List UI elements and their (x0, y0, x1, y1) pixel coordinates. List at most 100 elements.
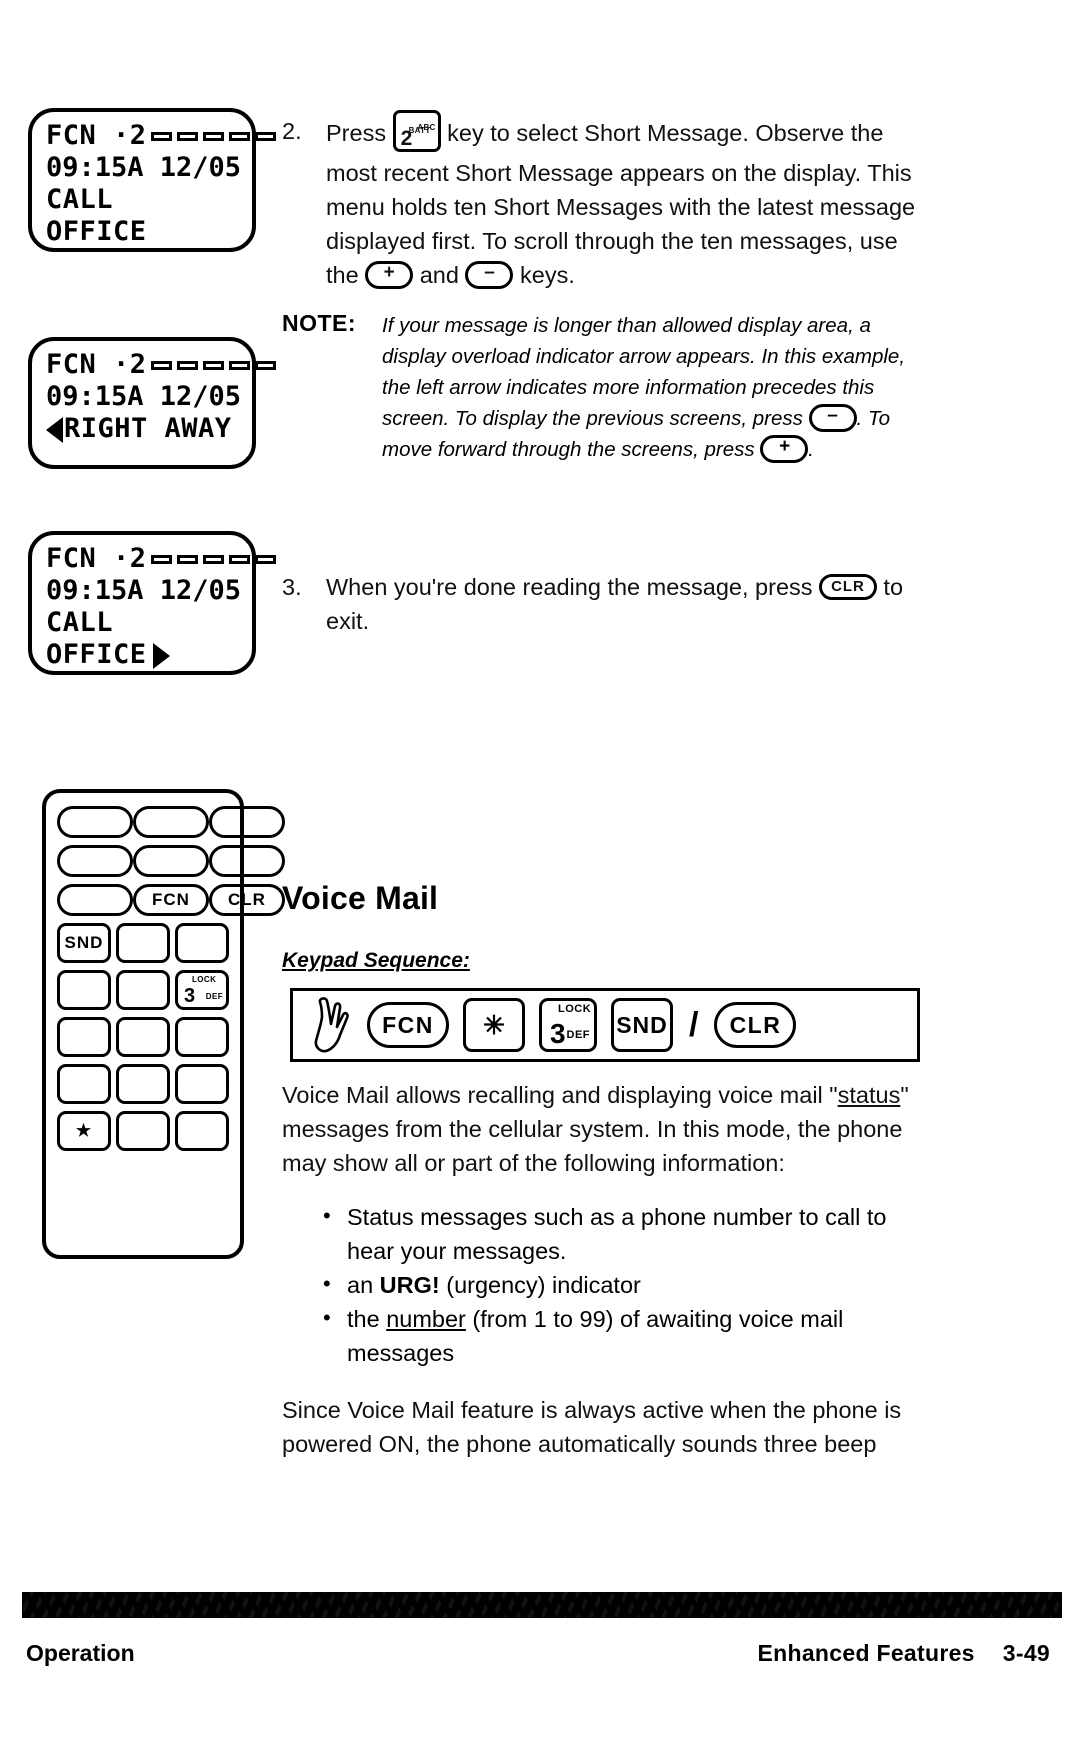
sequence-separator-slash: / (689, 1005, 699, 1044)
urgency-indicator-label: URG! (379, 1272, 440, 1298)
display-overload-left-arrow-icon (46, 417, 63, 443)
keypad-key[interactable] (57, 1017, 111, 1057)
lcd3-line2: 09:15A 12/05 (46, 575, 242, 606)
keypad-key-3-side-label: DEF (205, 992, 223, 1001)
keypad-key[interactable] (116, 1111, 170, 1151)
voice-mail-paragraph-1-a: Voice Mail allows recalling and displayi… (282, 1082, 838, 1108)
step-3-text-a: When you're done reading the message, pr… (326, 574, 813, 600)
keypad-row: SND (57, 923, 229, 963)
clr-key-icon: CLR (819, 573, 877, 600)
list-item: • Status messages such as a phone number… (315, 1200, 935, 1268)
keypad-key[interactable] (116, 1064, 170, 1104)
keypad-row (57, 845, 285, 877)
lcd3-line1-text: FCN ·2 (46, 543, 147, 574)
step-3: 3. When you're done reading the message,… (282, 570, 922, 638)
footer-chapter-title: Enhanced Features (757, 1640, 975, 1666)
keypad-key-clr[interactable]: CLR (209, 884, 285, 916)
lcd2-line3-text: RIGHT AWAY (64, 413, 232, 444)
page-title-voice-mail: Voice Mail (282, 880, 439, 916)
keypad-key[interactable] (209, 845, 285, 877)
sequence-key-fcn: FCN (367, 1002, 449, 1048)
lcd2-line3: RIGHT AWAY (46, 413, 242, 445)
note-minus-key-icon: – (808, 403, 857, 432)
keypad-key[interactable] (116, 1017, 170, 1057)
keypad-key[interactable] (175, 1111, 229, 1151)
list-item: • an URG! (urgency) indicator (315, 1268, 935, 1302)
footer-decorative-rule (22, 1592, 1062, 1618)
step-2-text-a: Press (326, 120, 387, 147)
lcd-display-short-message-exit: FCN ·2 09:15A 12/05 CALL OFFICE (28, 531, 276, 675)
keypad-key[interactable] (57, 1064, 111, 1104)
keypad-sequence-box: FCN ✳ LOCK 3 DEF SND / CLR (290, 988, 920, 1062)
key-2-batt-abc-icon: BATT 2 ABC (392, 110, 441, 152)
keypad-key[interactable] (133, 806, 209, 838)
step-3-number: 3. (282, 574, 302, 600)
number-underlined: number (386, 1306, 466, 1332)
keypad-key[interactable] (175, 1017, 229, 1057)
lcd2-line2: 09:15A 12/05 (46, 381, 242, 412)
bullet-dot-icon: • (323, 1305, 331, 1330)
lcd1-line1: FCN ·2 (46, 120, 276, 152)
lcd1-line1-text: FCN ·2 (46, 120, 147, 151)
keypad-key-star[interactable]: ★ (57, 1111, 111, 1151)
phone-keypad-diagram: FCN CLR SND LOCK 3 DEF ★ (42, 789, 285, 1259)
lcd-display-short-message-first: FCN ·2 09:15A 12/05 CALL OFFICE (28, 108, 276, 252)
manual-page: FCN ·2 09:15A 12/05 CALL OFFICE FCN ·2 0… (0, 0, 1080, 1752)
bullet-dot-icon: • (323, 1271, 331, 1296)
list-item-text-c: (urgency) indicator (439, 1272, 641, 1298)
note-block: NOTE: If your message is longer than all… (282, 310, 932, 465)
lcd3-signal-bars (150, 554, 276, 564)
sequence-key-clr: CLR (714, 1002, 797, 1048)
lcd2-signal-bars (150, 360, 276, 370)
keypad-row: ★ (57, 1111, 229, 1151)
plus-key-icon: + (365, 260, 414, 289)
sequence-key-3-digit: 3 (550, 1018, 566, 1049)
lcd3-line1: FCN ·2 (46, 543, 276, 575)
keypad-row (57, 1064, 229, 1104)
keypad-key-3-top-label: LOCK (192, 975, 217, 984)
minus-key-icon: – (465, 260, 514, 289)
bullet-dot-icon: • (323, 1203, 331, 1228)
keypad-key[interactable] (209, 806, 285, 838)
keypad-key[interactable] (116, 923, 170, 963)
list-item-text: Status messages such as a phone number t… (347, 1204, 887, 1264)
footer-page-number: 3-49 (1002, 1640, 1050, 1666)
sequence-key-3-top-label: LOCK (558, 1003, 592, 1015)
keypad-row: FCN CLR (57, 884, 285, 916)
lcd2-line1: FCN ·2 (46, 349, 276, 381)
note-text-c: . (808, 438, 814, 461)
keypad-key-3-digit: 3 (184, 985, 197, 1007)
keypad-key[interactable] (175, 923, 229, 963)
sequence-key-3-lock-def: LOCK 3 DEF (539, 998, 597, 1052)
display-overload-right-arrow-icon (152, 643, 170, 669)
keypad-key-3-lock-def[interactable]: LOCK 3 DEF (175, 970, 229, 1010)
keypad-key[interactable] (57, 806, 133, 838)
voice-mail-paragraph-1: Voice Mail allows recalling and displayi… (282, 1078, 922, 1180)
key-2-digit: 2 (400, 127, 413, 150)
step-2-text-c: and (419, 262, 459, 288)
keypad-key[interactable] (133, 845, 209, 877)
keypad-key[interactable] (57, 970, 111, 1010)
list-item-text-a: the (347, 1306, 387, 1332)
keypad-row (57, 1017, 229, 1057)
lcd3-line4-text: OFFICE (46, 639, 147, 670)
pointing-hand-icon (307, 997, 353, 1053)
footer-section-label: Operation (26, 1640, 135, 1666)
keypad-key-fcn[interactable]: FCN (133, 884, 209, 916)
keypad-key[interactable] (116, 970, 170, 1010)
note-label: NOTE: (282, 310, 357, 336)
step-2: 2. Press BATT 2 ABC key to select Short … (282, 110, 922, 292)
voice-mail-status-underlined: status (837, 1082, 901, 1108)
footer-chapter-label: Enhanced Features 3-49 (757, 1640, 1050, 1667)
keypad-key[interactable] (175, 1064, 229, 1104)
step-2-text: Press BATT 2 ABC key to select Short Mes… (326, 110, 922, 292)
step-2-text-d: keys. (520, 262, 575, 288)
keypad-key-snd[interactable]: SND (57, 923, 111, 963)
sequence-key-3-side-label: DEF (566, 1029, 590, 1041)
keypad-key[interactable] (57, 845, 133, 877)
keypad-sequence-label: Keypad Sequence: (282, 949, 470, 972)
lcd3-line4: OFFICE (46, 639, 242, 671)
keypad-key[interactable] (57, 884, 133, 916)
keypad-row (57, 806, 285, 838)
sequence-key-snd: SND (611, 998, 673, 1052)
